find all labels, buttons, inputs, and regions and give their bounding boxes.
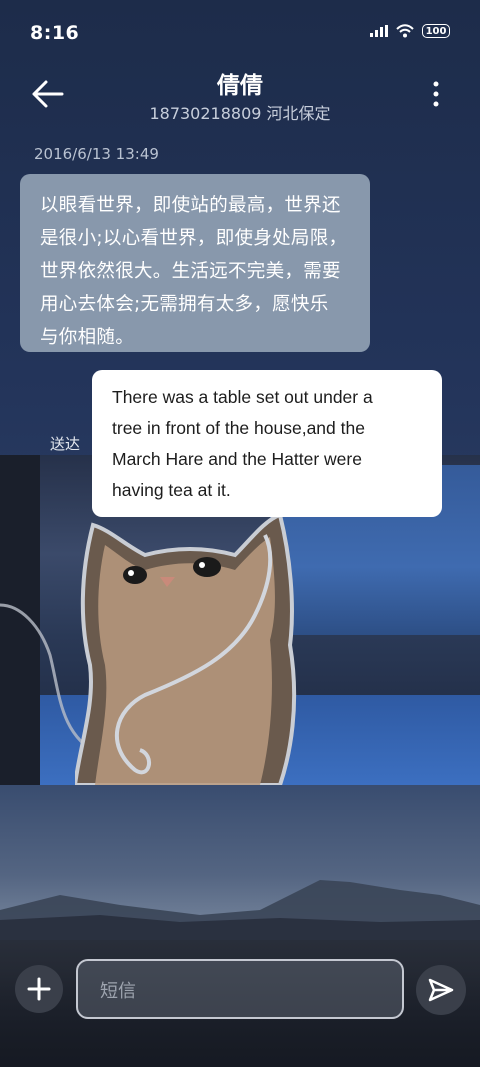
kitten-sticker: [75, 515, 297, 785]
more-vertical-icon[interactable]: [428, 80, 444, 110]
incoming-message-bubble[interactable]: 以眼看世界，即使站的最高，世界还 是很小;以心看世界，即使身处局限， 世界依然很…: [20, 174, 370, 352]
message-input[interactable]: 短信: [76, 959, 404, 1019]
message-line: There was a table set out under a: [112, 387, 373, 407]
message-line: 以眼看世界，即使站的最高，世界还: [40, 195, 341, 216]
add-attachment-button[interactable]: [15, 965, 63, 1013]
message-line: 与你相随。: [40, 327, 135, 348]
message-line: having tea at it.: [112, 480, 231, 500]
wallpaper-mountains: [0, 880, 480, 940]
contact-subtitle: 18730218809 河北保定: [149, 104, 331, 123]
add-icon: [27, 977, 51, 1001]
signal-icon: [370, 25, 388, 37]
send-button[interactable]: [416, 965, 466, 1015]
status-icons: 100: [370, 24, 450, 38]
wifi-icon: [396, 24, 414, 38]
message-line: 世界依然很大。生活远不完美，需要: [40, 261, 341, 282]
delivery-status: 送达: [50, 435, 81, 453]
battery-icon: 100: [422, 24, 450, 38]
status-time: 8:16: [30, 22, 80, 44]
status-bar: 8:16 100: [0, 0, 480, 60]
send-icon: [428, 978, 454, 1002]
message-composer: 短信: [0, 940, 480, 1067]
message-timestamp: 2016/6/13 13:49: [34, 145, 159, 163]
contact-name: 倩倩: [217, 73, 263, 99]
message-line: 用心去体会;无需拥有太多，愿快乐: [40, 294, 329, 315]
message-line: 是很小;以心看世界，即使身处局限，: [40, 228, 348, 249]
outgoing-message-bubble[interactable]: There was a table set out under a tree i…: [92, 370, 442, 517]
conversation-header: 倩倩 18730218809 河北保定: [0, 60, 480, 130]
message-line: March Hare and the Hatter were: [112, 449, 362, 469]
message-line: tree in front of the house,and the: [112, 418, 365, 438]
